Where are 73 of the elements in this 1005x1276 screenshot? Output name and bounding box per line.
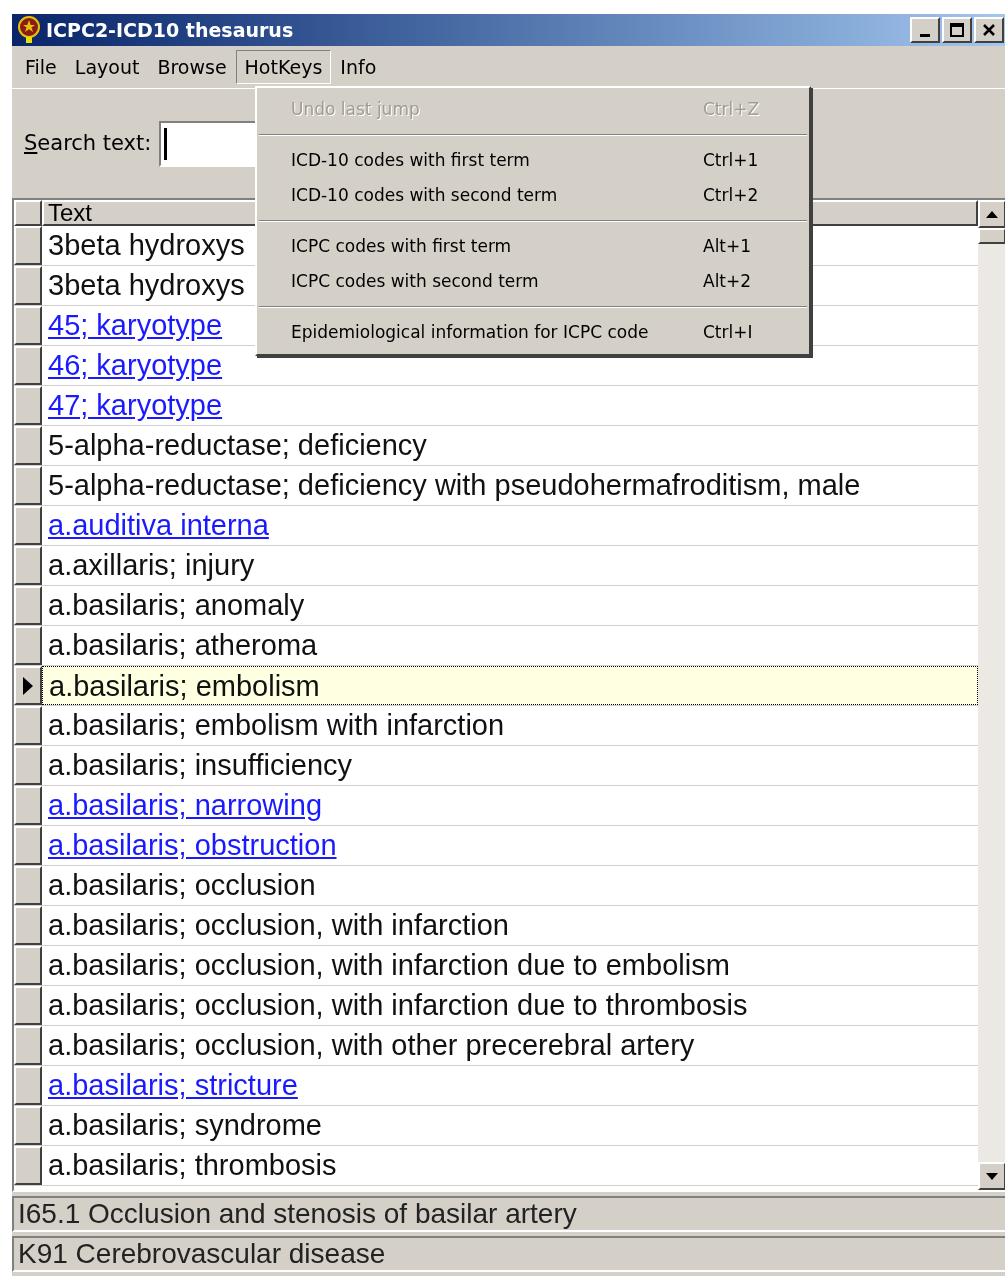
row-selector[interactable] <box>14 706 42 745</box>
menu-item[interactable]: Info <box>331 50 386 84</box>
close-icon <box>982 23 996 37</box>
minimize-button[interactable] <box>910 17 940 43</box>
row-selector[interactable] <box>14 906 42 945</box>
close-button[interactable] <box>974 17 1004 43</box>
scroll-thumb[interactable] <box>978 228 1005 244</box>
row-selector[interactable] <box>14 786 42 825</box>
term-text: 5-alpha-reductase; deficiency with pseudohermafroditism, male <box>48 469 861 501</box>
menu-item[interactable]: File <box>16 50 66 84</box>
vertical-scrollbar[interactable] <box>978 200 1005 1190</box>
row-selector[interactable] <box>14 466 42 505</box>
term-text: a.basilaris; occlusion, with infarction <box>48 909 509 941</box>
row-selector[interactable] <box>14 626 42 665</box>
search-label: Search text: <box>24 129 152 157</box>
scroll-up-button[interactable] <box>978 200 1005 228</box>
row-selector[interactable] <box>14 866 42 905</box>
term-text: a.basilaris; occlusion, with infarction due to thrombosis <box>48 989 748 1021</box>
row-selector[interactable] <box>14 946 42 985</box>
up-arrow-icon <box>986 210 998 218</box>
term-text: a.axillaris; injury <box>48 549 255 581</box>
row-selector[interactable] <box>14 306 42 345</box>
row-selector[interactable] <box>14 226 42 265</box>
menu-entry[interactable]: ICD-10 codes with second term Ctrl+2 <box>257 178 809 213</box>
row-selector[interactable] <box>14 506 42 545</box>
row-selector[interactable] <box>14 1026 42 1065</box>
term-link[interactable]: a.basilaris; stricture <box>48 1069 298 1101</box>
term-text: a.basilaris; insufficiency <box>48 749 353 781</box>
menu-entry[interactable]: Epidemiological information for ICPC code Ctrl+I <box>257 315 809 350</box>
row-selector[interactable] <box>14 1066 42 1105</box>
term-text: 5-alpha-reductase; deficiency <box>48 429 427 461</box>
app-logo-icon <box>16 16 42 44</box>
term-text: a.basilaris; atheroma <box>48 629 318 661</box>
row-selector[interactable] <box>14 1146 42 1185</box>
row-selector[interactable] <box>14 586 42 625</box>
menu-entry[interactable]: ICD-10 codes with first term Ctrl+1 <box>257 143 809 178</box>
menu-entry[interactable]: ICPC codes with first term Alt+1 <box>257 229 809 264</box>
menu-item[interactable]: Browse <box>148 50 236 84</box>
minimize-icon <box>920 33 930 37</box>
row-selector[interactable] <box>14 426 42 465</box>
term-link[interactable]: a.basilaris; narrowing <box>48 789 322 821</box>
term-text: a.basilaris; occlusion <box>48 869 316 901</box>
window-title: ICPC2-ICD10 thesaurus <box>46 17 294 43</box>
down-arrow-icon <box>986 1172 998 1180</box>
term-text: a.basilaris; occlusion, with other precerebral artery <box>48 1029 695 1061</box>
term-link[interactable]: 47; karyotype <box>48 389 223 421</box>
term-text: a.basilaris; embolism with infarction <box>48 709 505 741</box>
row-selector[interactable] <box>14 1106 42 1145</box>
row-selector[interactable] <box>14 346 42 385</box>
maximize-button[interactable] <box>942 17 972 43</box>
term-link[interactable]: 46; karyotype <box>48 349 223 381</box>
term-link[interactable]: a.basilaris; obstruction <box>48 829 337 861</box>
term-text: a.basilaris; occlusion, with infarction due to embolism <box>48 949 730 981</box>
maximize-icon <box>950 23 964 37</box>
row-selector[interactable] <box>14 986 42 1025</box>
row-selector[interactable] <box>14 666 42 705</box>
row-selector[interactable] <box>14 266 42 305</box>
term-text: 3beta hydroxys <box>48 269 245 301</box>
term-text: a.basilaris; thrombosis <box>48 1149 337 1181</box>
menu-entry[interactable]: ICPC codes with second term Alt+2 <box>257 264 809 299</box>
term-link[interactable]: 45; karyotype <box>48 309 223 341</box>
term-text: a.basilaris; embolism <box>49 670 320 702</box>
menu-item[interactable]: HotKeys <box>235 50 332 84</box>
row-selector[interactable] <box>14 546 42 585</box>
row-selector[interactable] <box>14 746 42 785</box>
term-text: a.basilaris; anomaly <box>48 589 305 621</box>
term-text: a.basilaris; syndrome <box>48 1109 322 1141</box>
term-text: 3beta hydroxys <box>48 229 245 261</box>
row-selector[interactable] <box>14 826 42 865</box>
scroll-down-button[interactable] <box>978 1162 1005 1190</box>
menu-item[interactable]: Layout <box>65 50 149 84</box>
term-link[interactable]: a.auditiva interna <box>48 509 269 541</box>
row-selector[interactable] <box>14 386 42 425</box>
